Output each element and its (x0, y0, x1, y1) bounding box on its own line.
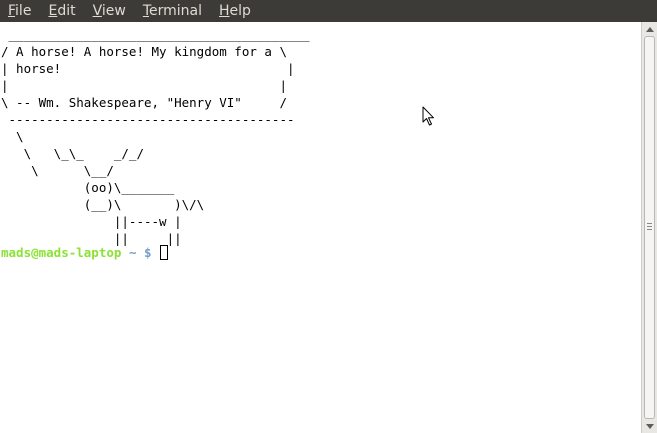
menu-terminal[interactable]: Terminal (135, 0, 211, 22)
menu-bar: File Edit View Terminal Help (0, 0, 657, 22)
menu-view-label: iew (101, 3, 126, 19)
chevron-down-icon[interactable] (642, 419, 657, 433)
prompt-user-host: mads@mads-laptop (1, 245, 122, 260)
menu-file-label: ile (15, 3, 32, 19)
menu-help[interactable]: Help (211, 0, 260, 22)
text-cursor (160, 245, 169, 260)
mouse-pointer-icon (422, 106, 434, 126)
menu-help-mnemonic: H (219, 3, 230, 19)
menu-help-label: elp (229, 3, 251, 19)
menu-view-mnemonic: V (92, 3, 102, 19)
menu-edit-label: dit (57, 3, 76, 19)
chevron-up-icon[interactable] (642, 22, 657, 36)
menu-file-mnemonic: F (8, 3, 16, 19)
thumb-grip-icon (647, 223, 652, 230)
menu-terminal-label: erminal (149, 3, 202, 19)
scroll-thumb[interactable] (644, 36, 655, 419)
terminal-output: ________________________________________… (1, 27, 310, 246)
menu-view[interactable]: View (85, 0, 135, 22)
terminal-area[interactable]: ________________________________________… (0, 22, 641, 433)
menu-edit[interactable]: Edit (40, 0, 84, 22)
prompt-path: ~ $ (121, 245, 160, 260)
vertical-scrollbar[interactable] (641, 22, 657, 433)
menu-file[interactable]: File (0, 0, 40, 22)
prompt-line[interactable]: mads@mads-laptop ~ $ (1, 244, 169, 261)
menu-edit-mnemonic: E (48, 3, 58, 19)
